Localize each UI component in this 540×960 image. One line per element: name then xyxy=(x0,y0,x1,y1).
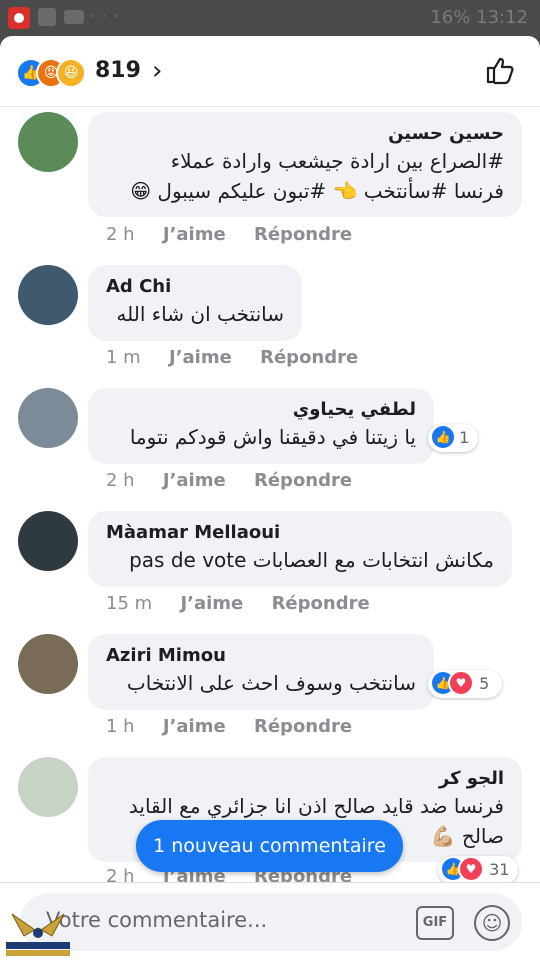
reply-link[interactable]: Répondre xyxy=(260,347,358,368)
avatar[interactable] xyxy=(18,265,78,325)
emoji-icon[interactable]: ☺ xyxy=(474,905,510,941)
comment-text: سانتخب وسوف احث على الانتخاب xyxy=(126,671,416,695)
comment-author[interactable]: Màamar Mellaoui xyxy=(106,521,494,545)
like-link[interactable]: J’aime xyxy=(163,716,226,737)
comment-bubble: Ad Chi سانتخب ان شاء الله xyxy=(88,265,302,341)
reply-link[interactable]: Répondre xyxy=(254,470,352,491)
like-link[interactable]: J’aime xyxy=(163,470,226,491)
avatar[interactable] xyxy=(18,757,78,817)
comment-text: سانتخب ان شاء الله xyxy=(116,302,284,326)
comment-input[interactable]: Votre commentaire... GIF ☺ xyxy=(20,893,522,951)
reaction-count[interactable]: 819 xyxy=(95,58,141,83)
comment-bubble: Aziri Mimou سانتخب وسوف احث على الانتخاب xyxy=(88,634,434,710)
like-link[interactable]: J’aime xyxy=(169,347,232,368)
comment-time: 15 m xyxy=(106,593,153,614)
comment-actions: 1 m J’aime Répondre xyxy=(106,347,380,368)
comment-text: يا زيتنا في دقيقنا واش قودكم نتوما xyxy=(129,425,416,449)
battery-level: 16% xyxy=(430,7,471,28)
comment-reaction-count: 31 xyxy=(489,860,510,879)
comment-text: مكانش انتخابات مع العصابات pas de vote xyxy=(129,548,494,572)
comment-actions: 1 h J’aime Répondre xyxy=(106,716,374,737)
chevron-right-icon[interactable]: › xyxy=(152,56,162,86)
comment-author[interactable]: Ad Chi xyxy=(106,275,284,299)
reply-link[interactable]: Répondre xyxy=(254,716,352,737)
status-bar: · · · 16% 13:12 xyxy=(0,0,540,36)
comment-composer: Votre commentaire... GIF ☺ xyxy=(0,882,540,960)
reply-link[interactable]: Répondre xyxy=(272,593,370,614)
comment-time: 2 h xyxy=(106,224,135,245)
comment-author[interactable]: حسين حسين xyxy=(106,122,504,146)
love-icon: ♥ xyxy=(448,670,474,696)
comment-bubble: Màamar Mellaoui مكانش انتخابات مع العصاب… xyxy=(88,511,512,587)
love-icon: ♥ xyxy=(458,856,484,882)
comment-actions: 2 h J’aime Répondre xyxy=(106,470,374,491)
comment-time: 2 h xyxy=(106,470,135,491)
comment-text: #الصراع بين ارادة جيشعب وارادة عملاء xyxy=(170,149,504,173)
watermark-logo xyxy=(6,913,70,956)
comment-input-placeholder: Votre commentaire... xyxy=(46,908,268,932)
facebook-notification-icon xyxy=(38,8,56,26)
comment-reactions[interactable]: 👍 ♥ 31 xyxy=(438,856,518,884)
comment-reaction-count: 1 xyxy=(459,428,470,447)
comment-author[interactable]: لطفي يحياوي xyxy=(106,398,416,422)
like-icon: 👍 xyxy=(432,426,454,448)
avatar[interactable] xyxy=(18,112,78,172)
haha-icon: 😆 xyxy=(56,58,86,88)
comments-sheet: 👍 😡 😆 819 › حسين حسين #الصراع بين ارادة … xyxy=(0,36,540,960)
comment-author[interactable]: Aziri Mimou xyxy=(106,644,416,668)
comment-reactions[interactable]: 👍 ♥ 5 xyxy=(428,670,502,698)
comment-reactions[interactable]: 👍 1 xyxy=(428,424,478,452)
avatar[interactable] xyxy=(18,511,78,571)
more-notifications-icon: · · · xyxy=(90,6,119,27)
comment-bubble: لطفي يحياوي يا زيتنا في دقيقنا واش قودكم… xyxy=(88,388,434,464)
comment-author[interactable]: الجو كر xyxy=(106,767,504,791)
comment-actions: 15 m J’aime Répondre xyxy=(106,593,392,614)
reply-link[interactable]: Répondre xyxy=(254,224,352,245)
clock: 13:12 xyxy=(476,7,528,28)
comment-text-line2: فرنسا #سأنتخب 👈 #تبون عليكم سيبول 😁 xyxy=(130,179,504,203)
comment-time: 1 m xyxy=(106,347,141,368)
video-notification-icon xyxy=(64,10,84,24)
comment-text: فرنسا ضد قايد صالح اذن انا جزائري مع الق… xyxy=(128,794,504,818)
reactions-header: 👍 😡 😆 819 › xyxy=(0,36,540,107)
app-icon xyxy=(8,7,30,29)
status-right: 16% 13:12 xyxy=(430,7,528,28)
like-link[interactable]: J’aime xyxy=(180,593,243,614)
comment-reaction-count: 5 xyxy=(479,674,490,693)
like-link[interactable]: J’aime xyxy=(163,224,226,245)
comment-time: 1 h xyxy=(106,716,135,737)
thumbs-up-outline-icon[interactable] xyxy=(484,54,516,86)
comment-actions: 2 h J’aime Répondre xyxy=(106,224,374,245)
comment-bubble: حسين حسين #الصراع بين ارادة جيشعب وارادة… xyxy=(88,112,522,217)
avatar[interactable] xyxy=(18,634,78,694)
gif-icon[interactable]: GIF xyxy=(416,906,454,940)
avatar[interactable] xyxy=(18,388,78,448)
new-comment-toast[interactable]: 1 nouveau commentaire xyxy=(136,820,403,872)
